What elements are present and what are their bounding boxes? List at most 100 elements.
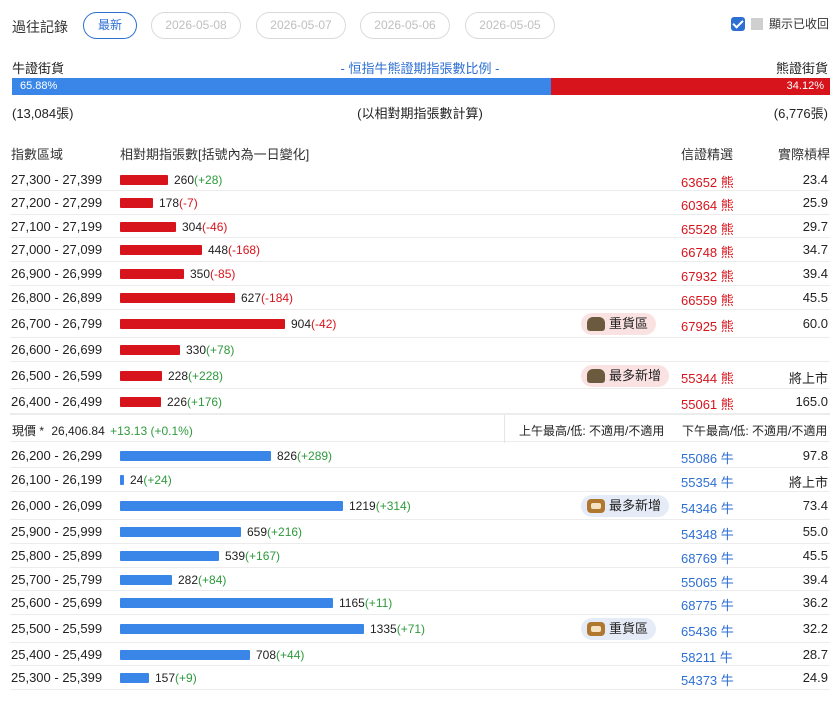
table-row[interactable]: 25,400 - 25,499 708(+44) 58211 牛 28.7 bbox=[10, 643, 830, 666]
contracts-count: 304 bbox=[182, 220, 203, 234]
contracts-count: 226 bbox=[167, 395, 188, 409]
contracts-change: (+71) bbox=[396, 622, 426, 636]
contracts-count: 157 bbox=[155, 671, 176, 685]
tab-date-4[interactable]: 2026-05-05 bbox=[465, 12, 555, 39]
bear-ratio-fill: 34.12% bbox=[550, 78, 830, 95]
contracts-count: 282 bbox=[178, 573, 199, 587]
warrant-code-link[interactable]: 60364 熊 bbox=[681, 195, 734, 214]
index-range: 25,500 - 25,599 bbox=[11, 621, 103, 636]
warrant-code-link[interactable]: 54373 牛 bbox=[681, 670, 734, 689]
contracts-value: 226(+176) bbox=[167, 395, 222, 409]
table-row[interactable]: 26,100 - 26,199 24(+24) 55354 牛 將上市 bbox=[10, 468, 830, 492]
bear-outstanding-label: 熊證街貨 bbox=[775, 61, 828, 76]
hot-tag: 最多新增 bbox=[581, 365, 670, 387]
contracts-change: (+44) bbox=[276, 648, 305, 662]
bear-icon bbox=[587, 369, 605, 383]
leverage-value: 73.4 bbox=[802, 498, 828, 513]
leverage-value: 45.5 bbox=[802, 290, 828, 305]
table-row[interactable]: 25,900 - 25,999 659(+216) 54348 牛 55.0 bbox=[10, 520, 830, 544]
ratio-title: - 恒指牛熊證期指張數比例 - bbox=[340, 61, 500, 76]
checkbox-checked-icon[interactable] bbox=[731, 16, 745, 31]
leverage-value: 將上市 bbox=[788, 475, 828, 490]
contracts-bar bbox=[120, 198, 153, 208]
warrant-code-link[interactable]: 55061 熊 bbox=[681, 394, 734, 413]
contracts-count: 228 bbox=[168, 369, 189, 383]
contracts-bar bbox=[120, 245, 202, 255]
warrant-code-link[interactable]: 55086 牛 bbox=[681, 448, 734, 467]
warrant-code-link[interactable]: 54348 牛 bbox=[681, 524, 734, 543]
index-range: 25,300 - 25,399 bbox=[11, 670, 103, 685]
table-row[interactable]: 25,500 - 25,599 1335(+71) 重貨區 65436 牛 32.2 bbox=[10, 615, 830, 643]
table-row[interactable]: 25,600 - 25,699 1165(+11) 68775 牛 36.2 bbox=[10, 591, 830, 615]
table-row[interactable]: 26,600 - 26,699 330(+78) bbox=[10, 338, 830, 362]
warrant-code-link[interactable]: 68769 牛 bbox=[681, 548, 734, 567]
table-row[interactable]: 26,200 - 26,299 826(+289) 55086 牛 97.8 bbox=[10, 444, 830, 468]
contracts-change: (+289) bbox=[297, 449, 333, 463]
table-row[interactable]: 26,900 - 26,999 350(-85) 67932 熊 39.4 bbox=[10, 262, 830, 286]
contracts-change: (+228) bbox=[188, 369, 224, 383]
hot-tag: 最多新增 bbox=[581, 495, 670, 517]
leverage-value: 60.0 bbox=[802, 316, 828, 331]
contracts-value: 304(-46) bbox=[182, 220, 227, 234]
table-row[interactable]: 26,000 - 26,099 1219(+314) 最多新增 54346 牛 73.4 bbox=[10, 492, 830, 520]
warrant-code-link[interactable]: 55065 牛 bbox=[681, 572, 734, 591]
table-row[interactable]: 27,100 - 27,199 304(-46) 65528 熊 29.7 bbox=[10, 215, 830, 238]
warrant-code-link[interactable]: 65528 熊 bbox=[681, 219, 734, 238]
leverage-value: 55.0 bbox=[802, 524, 828, 539]
table-row[interactable]: 27,000 - 27,099 448(-168) 66748 熊 34.7 bbox=[10, 238, 830, 262]
leverage-value: 25.9 bbox=[802, 195, 828, 210]
table-row[interactable]: 26,500 - 26,599 228(+228) 最多新增 55344 熊 將上市 bbox=[10, 362, 830, 389]
tab-date-2[interactable]: 2026-05-07 bbox=[256, 12, 346, 39]
warrant-code-link[interactable]: 66748 熊 bbox=[681, 242, 734, 261]
leverage-value: 23.4 bbox=[802, 172, 828, 187]
warrant-code-link[interactable]: 67925 熊 bbox=[681, 316, 734, 335]
history-label: 過往記錄 bbox=[12, 19, 68, 35]
warrant-code-link[interactable]: 55354 牛 bbox=[681, 472, 734, 491]
contracts-value: 627(-184) bbox=[241, 291, 293, 305]
warrant-code-link[interactable]: 67932 熊 bbox=[681, 266, 734, 285]
table-row[interactable]: 26,400 - 26,499 226(+176) 55061 熊 165.0 bbox=[10, 389, 830, 414]
bear-count: (6,776張) bbox=[773, 106, 828, 121]
table-row[interactable]: 25,700 - 25,799 282(+84) 55065 牛 39.4 bbox=[10, 568, 830, 591]
warrant-code-link[interactable]: 55344 熊 bbox=[681, 368, 734, 387]
contracts-count: 1219 bbox=[349, 499, 376, 513]
table-row[interactable]: 27,300 - 27,399 260(+28) 63652 熊 23.4 bbox=[10, 168, 830, 191]
contracts-count: 260 bbox=[174, 173, 195, 187]
bear-icon bbox=[587, 317, 605, 331]
current-price-row: 現價 * 26,406.84 +13.13 (+0.1%) 上午最高/低: 不適… bbox=[10, 414, 830, 443]
contracts-value: 448(-168) bbox=[208, 243, 260, 257]
warrant-code-link[interactable]: 68775 牛 bbox=[681, 595, 734, 614]
contracts-count: 330 bbox=[186, 343, 207, 357]
warrant-code-link[interactable]: 65436 牛 bbox=[681, 621, 734, 640]
show-expired-toggle[interactable]: 顯示已收回 bbox=[731, 15, 829, 32]
index-range: 26,000 - 26,099 bbox=[11, 498, 103, 513]
contracts-count: 1335 bbox=[370, 622, 397, 636]
warrant-code-link[interactable]: 54346 牛 bbox=[681, 498, 734, 517]
index-range: 26,400 - 26,499 bbox=[11, 394, 103, 409]
contracts-value: 157(+9) bbox=[155, 671, 197, 685]
contracts-value: 904(-42) bbox=[291, 317, 336, 331]
col-leverage: 實際槓桿 bbox=[777, 147, 830, 162]
table-row[interactable]: 26,800 - 26,899 627(-184) 66559 熊 45.5 bbox=[10, 286, 830, 310]
leverage-value: 97.8 bbox=[802, 448, 828, 463]
index-range: 25,700 - 25,799 bbox=[11, 572, 103, 587]
contracts-change: (-46) bbox=[202, 220, 228, 234]
contracts-count: 178 bbox=[159, 196, 180, 210]
contracts-count: 350 bbox=[190, 267, 211, 281]
pm-high-low: 下午最高/低: 不適用/不適用 bbox=[682, 424, 828, 438]
contracts-value: 178(-7) bbox=[159, 196, 198, 210]
contracts-bar bbox=[120, 293, 235, 303]
tab-latest[interactable]: 最新 bbox=[83, 12, 137, 39]
warrant-code-link[interactable]: 63652 熊 bbox=[681, 172, 734, 191]
table-row[interactable]: 27,200 - 27,299 178(-7) 60364 熊 25.9 bbox=[10, 191, 830, 215]
table-row[interactable]: 26,700 - 26,799 904(-42) 重貨區 67925 熊 60.0 bbox=[10, 310, 830, 338]
table-row[interactable]: 25,300 - 25,399 157(+9) 54373 牛 24.9 bbox=[10, 666, 830, 690]
warrant-code-link[interactable]: 66559 熊 bbox=[681, 290, 734, 309]
warrant-code-link[interactable]: 58211 牛 bbox=[681, 647, 733, 666]
leverage-value: 39.4 bbox=[802, 572, 828, 587]
tab-date-1[interactable]: 2026-05-08 bbox=[151, 12, 241, 39]
tab-date-3[interactable]: 2026-05-06 bbox=[360, 12, 450, 39]
current-value: 26,406.84 bbox=[51, 424, 105, 438]
table-row[interactable]: 25,800 - 25,899 539(+167) 68769 牛 45.5 bbox=[10, 544, 830, 568]
history-header: 過往記錄 最新 2026-05-08 2026-05-07 2026-05-06… bbox=[0, 0, 840, 50]
